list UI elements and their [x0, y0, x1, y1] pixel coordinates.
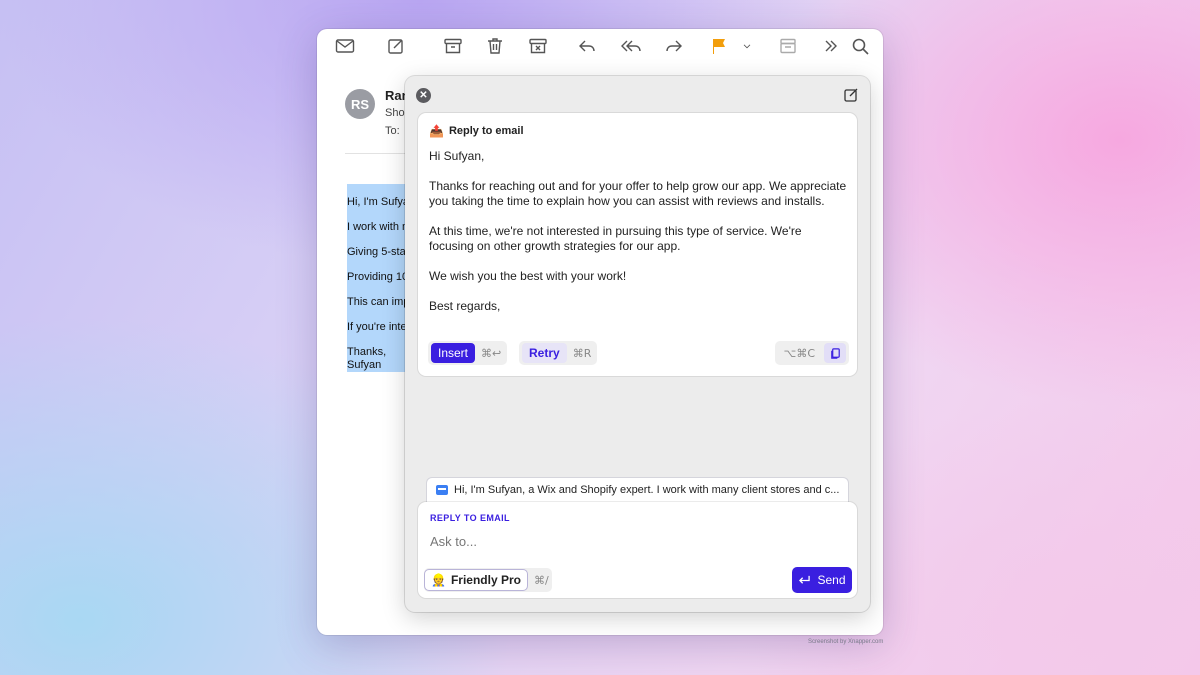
copy-icon[interactable]: [824, 343, 846, 363]
persona-shortcut: ⌘/: [533, 573, 549, 587]
reply-greeting: Hi Sufyan,: [429, 149, 485, 163]
trash-icon[interactable]: [484, 36, 506, 56]
reply-paragraph: At this time, we're not interested in pu…: [429, 224, 802, 253]
reply-actions: Insert ⌘↩ Retry ⌘R ⌥⌘C: [428, 340, 849, 366]
reply-paragraph: We wish you the best with your work!: [429, 269, 627, 283]
avatar: RS: [345, 89, 375, 119]
watermark: Screenshot by Xnapper.com: [808, 639, 884, 645]
compose-icon[interactable]: [385, 36, 407, 56]
new-chat-icon[interactable]: [843, 87, 859, 103]
card-title: 📤 Reply to email: [429, 124, 524, 138]
retry-button[interactable]: Retry: [522, 343, 567, 363]
mail-icon: [436, 485, 448, 495]
retry-group: Retry ⌘R: [519, 341, 598, 365]
send-button[interactable]: Send: [792, 567, 852, 593]
send-label: Send: [817, 573, 846, 587]
ask-input[interactable]: [430, 531, 840, 551]
mode-label: REPLY TO EMAIL: [430, 513, 510, 523]
chevron-down-icon[interactable]: [736, 36, 758, 56]
ai-assistant-panel: ✕ 📤 Reply to email Hi Sufyan, Thanks for…: [405, 76, 870, 612]
persona-label: Friendly Pro: [450, 573, 521, 587]
retry-shortcut: ⌘R: [572, 346, 592, 360]
reply-paragraph: Thanks for reaching out and for your off…: [429, 179, 847, 208]
reply-card: 📤 Reply to email Hi Sufyan, Thanks for r…: [418, 113, 857, 376]
reply-closing: Best regards,: [429, 299, 501, 313]
envelope-icon[interactable]: [334, 36, 356, 56]
archive-icon[interactable]: [442, 36, 464, 56]
context-chip[interactable]: Hi, I'm Sufyan, a Wix and Shopify expert…: [426, 477, 849, 502]
copy-group: ⌥⌘C: [774, 341, 849, 365]
subject-line: Sho: [385, 107, 405, 119]
flag-icon[interactable]: [708, 36, 730, 56]
return-icon: [799, 575, 811, 584]
prompt-box: REPLY TO EMAIL 👷 Friendly Pro ⌘/ Send: [418, 502, 857, 598]
outbox-icon: 📤: [429, 124, 444, 138]
card-title-label: Reply to email: [448, 125, 524, 137]
generated-reply: Hi Sufyan, Thanks for reaching out and f…: [429, 149, 849, 329]
forward-icon[interactable]: [663, 36, 685, 56]
toolbar: [317, 29, 883, 63]
copy-shortcut: ⌥⌘C: [783, 346, 815, 360]
junk-icon[interactable]: [527, 36, 549, 56]
context-snippet: Hi, I'm Sufyan, a Wix and Shopify expert…: [454, 484, 840, 496]
insert-shortcut: ⌘↩: [481, 346, 502, 360]
close-icon[interactable]: ✕: [416, 88, 431, 103]
more-icon[interactable]: [820, 36, 842, 56]
reply-all-icon[interactable]: [619, 36, 645, 56]
persona-group: 👷 Friendly Pro ⌘/: [424, 568, 552, 592]
reply-icon[interactable]: [576, 36, 598, 56]
persona-button[interactable]: 👷 Friendly Pro: [424, 569, 528, 591]
insert-button[interactable]: Insert: [431, 343, 476, 363]
search-icon[interactable]: [850, 36, 872, 56]
move-icon[interactable]: [777, 36, 799, 56]
insert-group: Insert ⌘↩: [428, 341, 508, 365]
persona-icon: 👷: [431, 573, 446, 587]
to-label: To:: [385, 125, 400, 137]
